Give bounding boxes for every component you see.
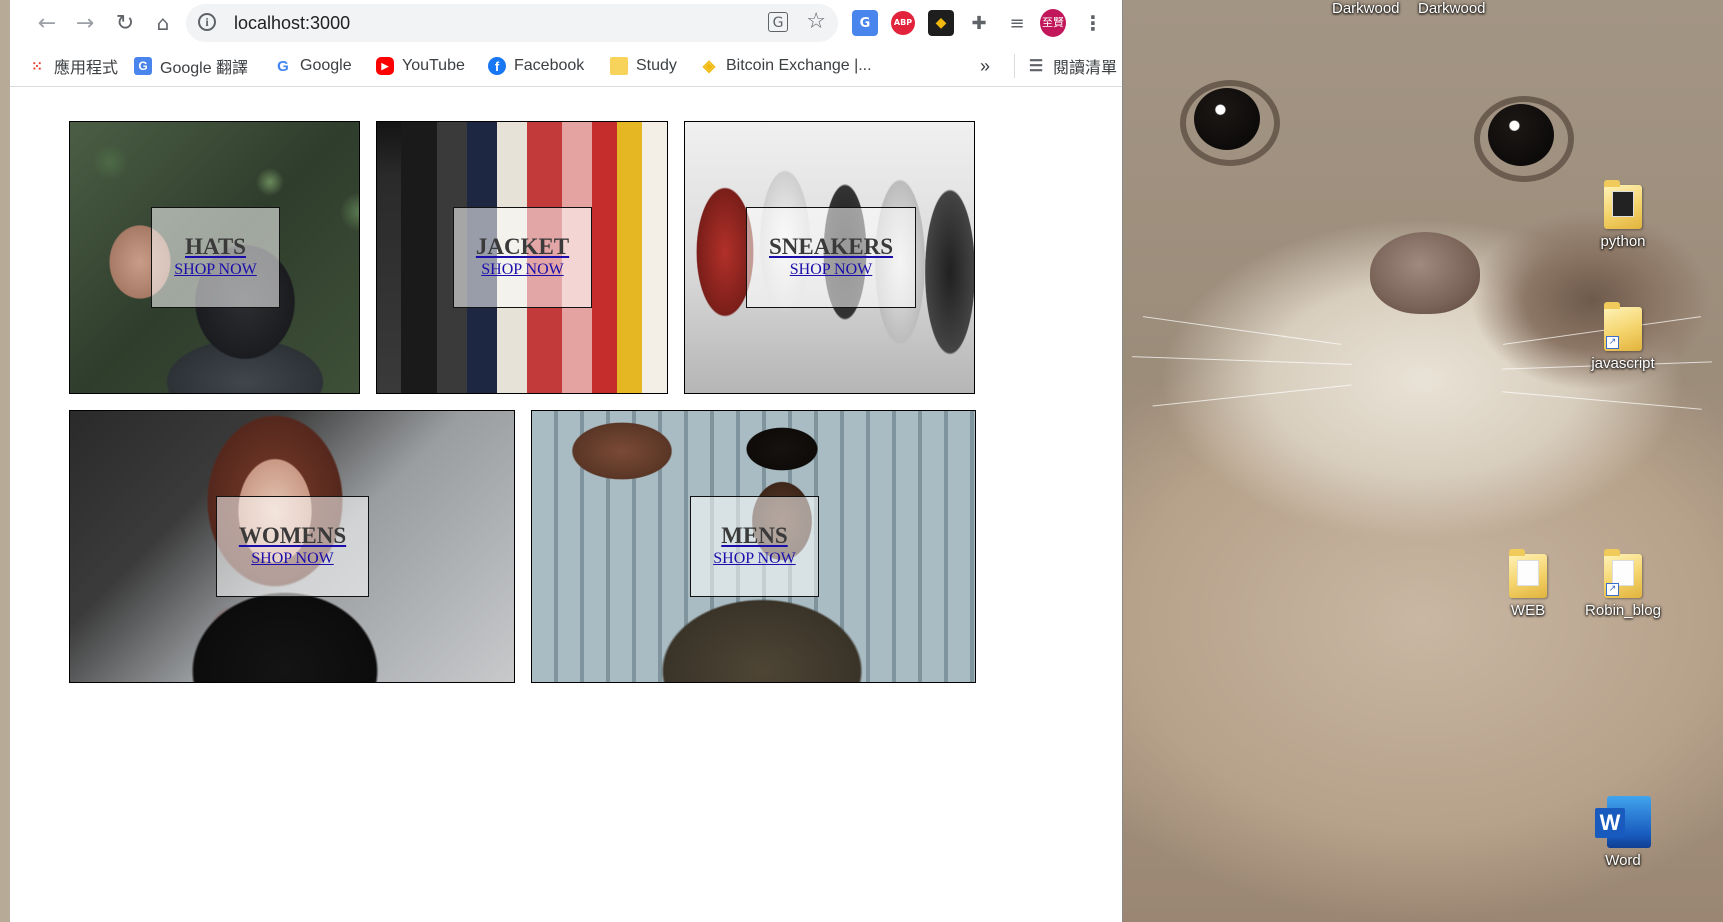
- category-label-box[interactable]: WOMENS SHOP NOW: [216, 496, 369, 597]
- arrow-left-icon: ←: [37, 10, 57, 36]
- bookmark-apps[interactable]: ⁙ 應用程式: [28, 54, 118, 78]
- category-label-box[interactable]: JACKET SHOP NOW: [453, 207, 592, 308]
- reading-list-icon: ☰: [1028, 58, 1044, 75]
- bookmark-label: Google 翻譯: [160, 60, 249, 77]
- shop-now-link[interactable]: SHOP NOW: [152, 260, 279, 280]
- browser-menu-icon[interactable]: ⋮: [1080, 10, 1106, 36]
- desktop-icon-web[interactable]: WEB: [1488, 549, 1568, 619]
- bookmark-study[interactable]: Study: [610, 54, 677, 78]
- bookmark-youtube[interactable]: ▶ YouTube: [376, 54, 465, 78]
- category-title[interactable]: SNEAKERS: [747, 234, 915, 260]
- category-card-sneakers[interactable]: SNEAKERS SHOP NOW: [684, 121, 975, 394]
- category-title[interactable]: WOMENS: [217, 523, 368, 549]
- browser-window: ← → ↻ ⌂ i localhost:3000 G ☆ G ABP ◆ ✚ ≡…: [0, 0, 1123, 922]
- facebook-icon: f: [488, 57, 506, 75]
- category-title[interactable]: MENS: [691, 523, 818, 549]
- address-bar[interactable]: i localhost:3000 G ☆: [186, 4, 838, 42]
- bookmark-label: Google: [300, 57, 352, 74]
- category-card-hats[interactable]: HATS SHOP NOW: [69, 121, 360, 394]
- forward-button[interactable]: →: [68, 6, 102, 40]
- extensions-puzzle-icon[interactable]: ✚: [966, 10, 992, 36]
- media-playlist-icon[interactable]: ≡: [1004, 10, 1030, 36]
- bookmarks-bar: ⁙ 應用程式 G Google 翻譯 G Google ▶ YouTube f …: [10, 46, 1122, 87]
- whisker: [1142, 316, 1342, 345]
- whisker: [1502, 391, 1702, 410]
- desktop-icon-label: WEB: [1510, 602, 1546, 619]
- bookmark-label: Study: [636, 57, 677, 74]
- shop-now-link[interactable]: SHOP NOW: [691, 549, 818, 569]
- bookmark-google[interactable]: G Google: [274, 54, 352, 78]
- translate-icon[interactable]: G: [768, 12, 788, 32]
- desktop-icon-label: Word: [1605, 852, 1641, 869]
- home-icon: ⌂: [156, 11, 170, 35]
- binance-icon: ◈: [702, 58, 716, 75]
- otter-right-eye: [1488, 104, 1554, 166]
- more-bookmarks-button[interactable]: »: [980, 54, 990, 78]
- site-info-icon[interactable]: i: [198, 13, 216, 31]
- category-label-box[interactable]: MENS SHOP NOW: [690, 496, 819, 597]
- category-title[interactable]: JACKET: [454, 234, 591, 260]
- otter-left-eye: [1194, 88, 1260, 150]
- bookmark-bitcoin-exchange[interactable]: ◈ Bitcoin Exchange |...: [700, 54, 872, 78]
- desktop-icon-label: Robin_blog: [1585, 602, 1661, 619]
- bookmark-facebook[interactable]: f Facebook: [488, 54, 584, 78]
- browser-toolbar: ← → ↻ ⌂ i localhost:3000 G ☆ G ABP ◆ ✚ ≡…: [10, 0, 1122, 46]
- page-content: HATS SHOP NOW JACKET SHOP NOW SNEAKERS S…: [10, 87, 1122, 922]
- apps-grid-icon: ⁙: [31, 57, 43, 74]
- whisker: [1152, 384, 1352, 407]
- google-translate-extension-icon[interactable]: G: [852, 10, 878, 36]
- desktop-wallpaper: Darkwood Darkwood python ↗ javascript WE…: [1122, 0, 1723, 922]
- adblock-plus-icon[interactable]: ABP: [890, 10, 916, 36]
- folder-icon: [610, 57, 628, 75]
- category-label-box[interactable]: HATS SHOP NOW: [151, 207, 280, 308]
- bookmark-label: Bitcoin Exchange |...: [726, 57, 872, 74]
- category-label-box[interactable]: SNEAKERS SHOP NOW: [746, 207, 916, 308]
- desktop-icon-javascript[interactable]: ↗ javascript: [1583, 302, 1663, 372]
- desktop-icon-label: javascript: [1591, 355, 1655, 372]
- category-card-jacket[interactable]: JACKET SHOP NOW: [376, 121, 668, 394]
- profile-avatar[interactable]: 至賢: [1040, 9, 1066, 37]
- reload-icon: ↻: [115, 10, 135, 36]
- desktop-icon-robin-blog[interactable]: ↗ Robin_blog: [1583, 549, 1663, 619]
- reading-list-label: 閱讀清單: [1053, 60, 1118, 77]
- bookmark-star-icon[interactable]: ☆: [806, 10, 826, 34]
- google-icon: G: [277, 57, 289, 75]
- whisker: [1132, 356, 1352, 365]
- desktop-icon-python[interactable]: python: [1583, 180, 1663, 250]
- folder-icon: [1509, 549, 1547, 598]
- arrow-right-icon: →: [75, 10, 95, 36]
- folder-icon: [1604, 180, 1642, 229]
- abp-badge: ABP: [891, 11, 915, 35]
- google-translate-icon: G: [134, 57, 152, 75]
- background-window-edge: [0, 0, 10, 922]
- shop-now-link[interactable]: SHOP NOW: [747, 260, 915, 280]
- profile-initials: 至賢: [1040, 9, 1066, 37]
- desktop-label-darkwood-2[interactable]: Darkwood: [1418, 0, 1486, 17]
- folder-shortcut-icon: ↗: [1604, 549, 1642, 598]
- bookmark-google-translate[interactable]: G Google 翻譯: [134, 54, 248, 78]
- desktop-label-darkwood-1[interactable]: Darkwood: [1332, 0, 1400, 17]
- desktop-icon-label: python: [1600, 233, 1646, 250]
- desktop-icon-word[interactable]: W Word: [1583, 796, 1663, 869]
- category-title[interactable]: HATS: [152, 234, 279, 260]
- bookmark-label: 應用程式: [54, 60, 119, 77]
- reading-list-button[interactable]: ☰ 閱讀清單: [1014, 54, 1117, 78]
- youtube-icon: ▶: [376, 57, 394, 75]
- back-button[interactable]: ←: [30, 6, 64, 40]
- shop-now-link[interactable]: SHOP NOW: [454, 260, 591, 280]
- shop-now-link[interactable]: SHOP NOW: [217, 549, 368, 569]
- home-button[interactable]: ⌂: [146, 6, 180, 40]
- otter-nose: [1370, 232, 1480, 314]
- binance-extension-icon[interactable]: ◆: [928, 10, 954, 36]
- reload-button[interactable]: ↻: [108, 6, 142, 40]
- word-app-icon: W: [1595, 796, 1651, 848]
- folder-shortcut-icon: ↗: [1604, 302, 1642, 351]
- bookmark-label: Facebook: [514, 57, 585, 74]
- url-text[interactable]: localhost:3000: [234, 13, 350, 34]
- category-card-womens[interactable]: WOMENS SHOP NOW: [69, 410, 515, 683]
- category-card-mens[interactable]: MENS SHOP NOW: [531, 410, 976, 683]
- bookmark-label: YouTube: [402, 57, 465, 74]
